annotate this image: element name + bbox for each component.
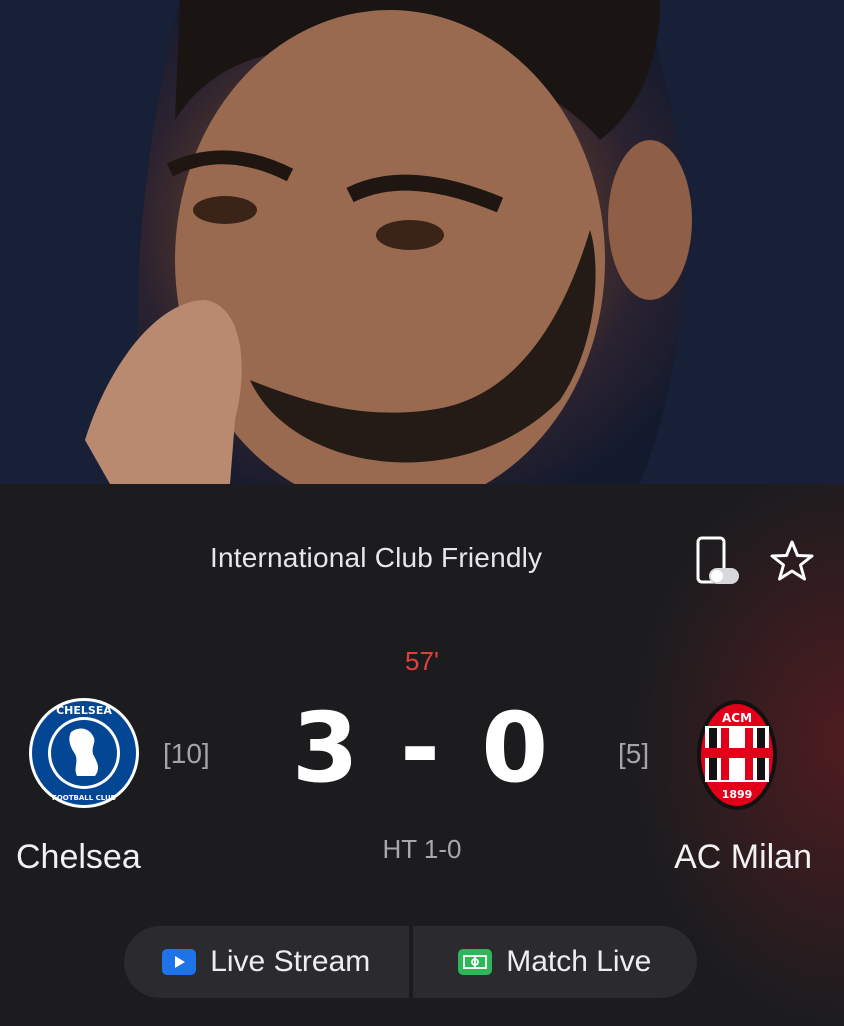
match-card: International Club Friendly 57' CHELSEA … [0, 484, 844, 1026]
star-icon[interactable] [768, 538, 816, 586]
play-icon [162, 949, 197, 975]
away-team-name[interactable]: AC Milan [674, 838, 812, 877]
match-minute: 57' [405, 646, 439, 676]
match-live-button[interactable]: Match Live [413, 926, 698, 998]
pitch-icon [458, 949, 493, 975]
coach-photo-illustration [0, 0, 844, 484]
live-stream-button[interactable]: Live Stream [124, 926, 413, 998]
hero-photo [0, 0, 844, 484]
crest-text-top: ACM [722, 711, 752, 725]
action-bar: Live Stream Match Live [124, 926, 697, 998]
away-rank: [5] [618, 738, 650, 769]
ac-milan-crest-icon[interactable]: ACM 1899 [695, 698, 779, 812]
phone-toggle-icon[interactable] [695, 536, 739, 590]
competition-title: International Club Friendly [210, 542, 543, 573]
crest-year: 1899 [722, 788, 753, 801]
live-stream-label: Live Stream [210, 945, 371, 978]
match-live-label: Match Live [506, 945, 652, 978]
